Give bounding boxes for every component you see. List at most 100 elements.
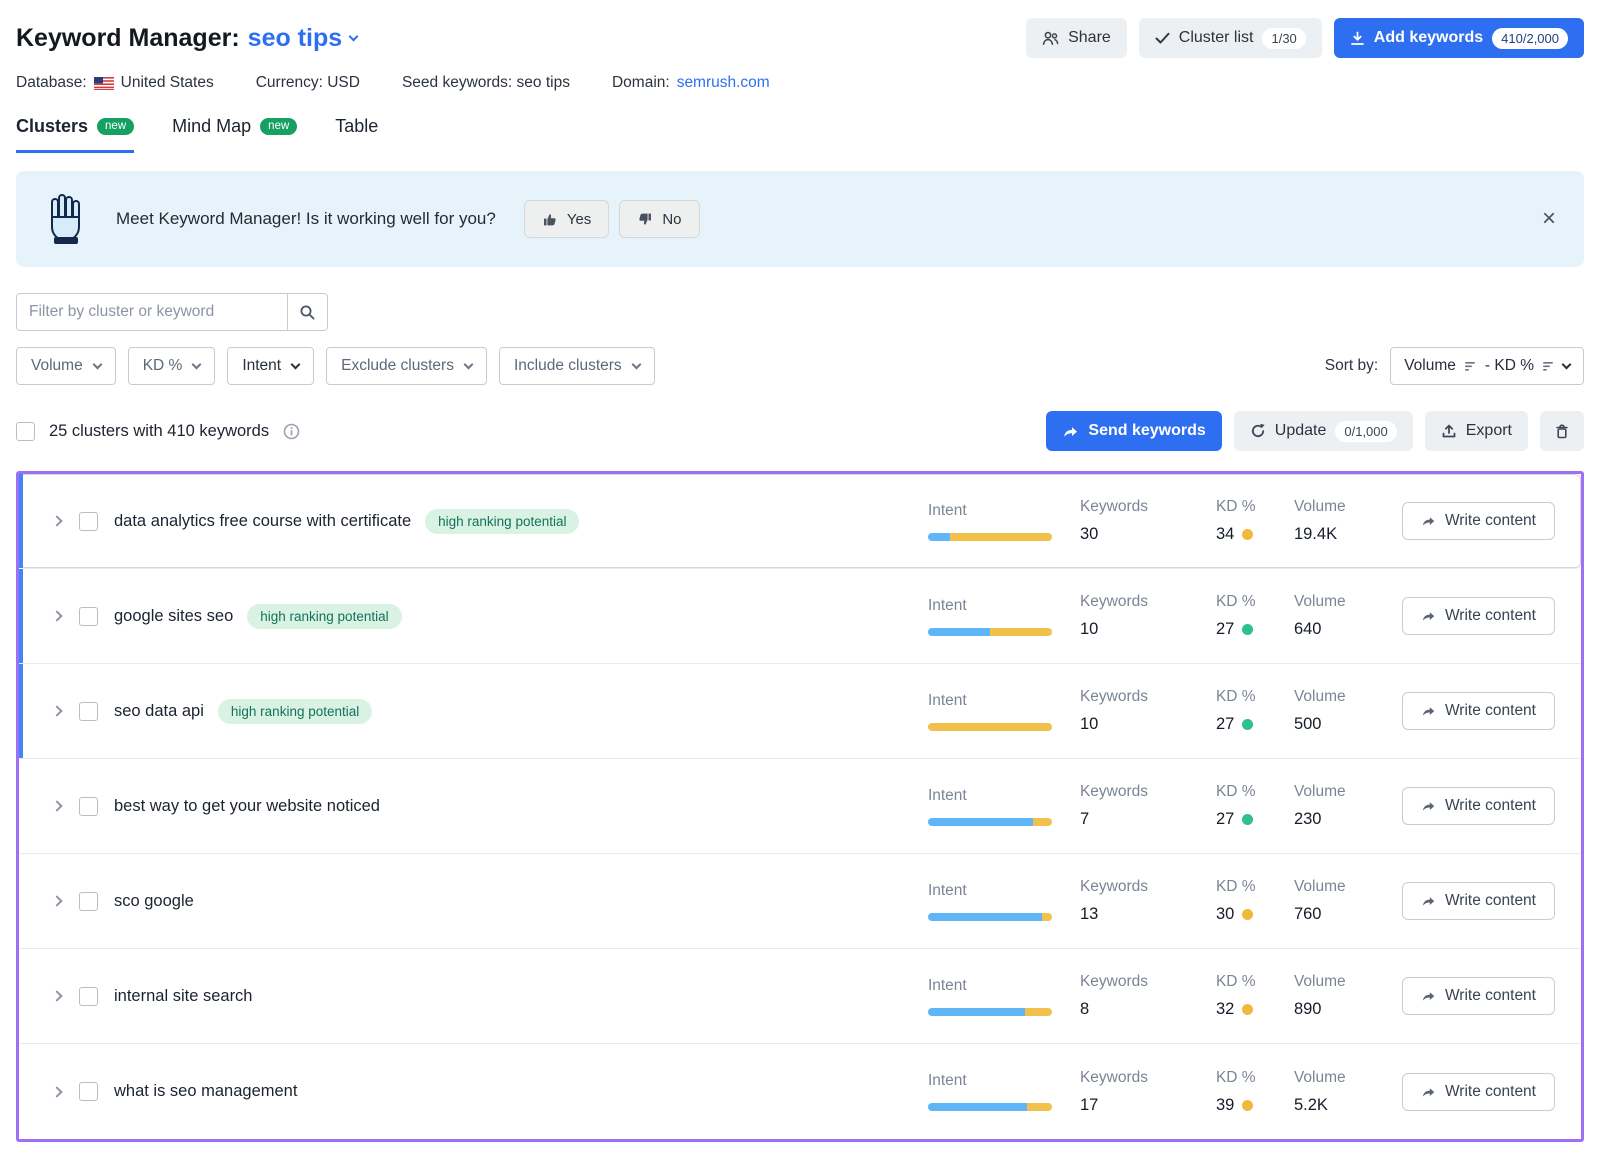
intent-column-label: Intent — [928, 1072, 967, 1090]
kd-difficulty-dot — [1242, 1100, 1253, 1111]
expand-row-button[interactable] — [53, 897, 61, 905]
kd-difficulty-dot — [1242, 909, 1253, 920]
update-label: Update — [1275, 422, 1327, 440]
write-content-button[interactable]: Write content — [1402, 977, 1555, 1015]
kd-value: 34 — [1216, 525, 1253, 544]
row-checkbox[interactable] — [79, 987, 98, 1006]
volume-metric: Volume 760 — [1294, 878, 1396, 924]
chevron-down-icon — [92, 359, 102, 369]
write-content-button[interactable]: Write content — [1402, 882, 1555, 920]
chevron-down-icon[interactable] — [349, 31, 359, 41]
kd-number: 34 — [1216, 525, 1234, 544]
table-row: what is seo management Intent Keywords 1… — [19, 1044, 1581, 1139]
include-clusters-dropdown[interactable]: Include clusters — [499, 347, 655, 385]
volume-column-label: Volume — [1294, 783, 1346, 801]
database-info: Database: United States — [16, 74, 214, 92]
cluster-name-link[interactable]: internal site search — [114, 987, 253, 1006]
cluster-name-link[interactable]: best way to get your website noticed — [114, 797, 380, 816]
export-button[interactable]: Export — [1425, 411, 1528, 451]
intent-metric: Intent — [928, 1072, 1080, 1111]
intent-blue-segment — [928, 913, 1042, 921]
update-button[interactable]: Update 0/1,000 — [1234, 411, 1413, 451]
keywords-column-label: Keywords — [1080, 498, 1148, 516]
intent-yellow-segment — [1025, 1008, 1052, 1016]
expand-row-button[interactable] — [53, 1088, 61, 1096]
forward-arrow-icon — [1421, 704, 1436, 718]
intent-bar — [928, 1103, 1052, 1111]
thumbs-up-icon — [542, 212, 558, 227]
row-checkbox[interactable] — [79, 512, 98, 531]
exclude-clusters-dropdown[interactable]: Exclude clusters — [326, 347, 487, 385]
write-content-button[interactable]: Write content — [1402, 787, 1555, 825]
intent-bar — [928, 533, 1052, 541]
forward-arrow-icon — [1421, 894, 1436, 908]
volume-filter-dropdown[interactable]: Volume — [16, 347, 116, 385]
keywords-metric: Keywords 7 — [1080, 783, 1216, 829]
project-name[interactable]: seo tips — [248, 24, 342, 53]
no-button[interactable]: No — [619, 200, 699, 238]
row-checkbox[interactable] — [79, 797, 98, 816]
expand-row-button[interactable] — [53, 992, 61, 1000]
delete-button[interactable] — [1540, 411, 1584, 451]
cluster-list-button[interactable]: Cluster list 1/30 — [1139, 18, 1322, 58]
tab-clusters[interactable]: Clusters new — [16, 116, 134, 153]
row-metrics: Intent Keywords 30 KD % 34 Volume 19.4K … — [928, 498, 1581, 544]
cluster-name-link[interactable]: sco google — [114, 892, 194, 911]
update-count-badge: 0/1,000 — [1335, 421, 1396, 442]
selection-summary: 25 clusters with 410 keywords — [16, 422, 300, 441]
row-checkbox[interactable] — [79, 607, 98, 626]
kd-value: 32 — [1216, 1000, 1253, 1019]
intent-blue-segment — [928, 1008, 1025, 1016]
keywords-count: 7 — [1080, 810, 1089, 829]
kd-value: 27 — [1216, 620, 1253, 639]
share-button[interactable]: Share — [1026, 18, 1127, 58]
intent-filter-dropdown[interactable]: Intent — [227, 347, 314, 385]
expand-row-button[interactable] — [53, 612, 61, 620]
close-banner-button[interactable]: × — [1542, 207, 1556, 231]
volume-metric: Volume 19.4K — [1294, 498, 1396, 544]
cluster-name-link[interactable]: data analytics free course with certific… — [114, 512, 411, 531]
cluster-filter-input[interactable] — [16, 293, 288, 331]
write-content-button[interactable]: Write content — [1402, 692, 1555, 730]
kd-filter-dropdown[interactable]: KD % — [128, 347, 216, 385]
table-row: data analytics free course with certific… — [19, 474, 1581, 569]
expand-row-button[interactable] — [53, 802, 61, 810]
intent-blue-segment — [928, 1103, 1027, 1111]
intent-column-label: Intent — [928, 692, 967, 710]
row-checkbox[interactable] — [79, 702, 98, 721]
kd-number: 27 — [1216, 620, 1234, 639]
tab-mind-map[interactable]: Mind Map new — [172, 116, 297, 153]
tab-table[interactable]: Table — [335, 116, 378, 153]
row-checkbox[interactable] — [79, 892, 98, 911]
cluster-name-link[interactable]: seo data api — [114, 702, 204, 721]
row-checkbox[interactable] — [79, 1082, 98, 1101]
add-keywords-label: Add keywords — [1374, 29, 1483, 47]
volume-value: 19.4K — [1294, 525, 1337, 544]
header-actions: Share Cluster list 1/30 Add keywords 410… — [1026, 18, 1584, 58]
send-keywords-button[interactable]: Send keywords — [1046, 411, 1221, 451]
forward-arrow-icon — [1421, 609, 1436, 623]
write-content-button[interactable]: Write content — [1402, 597, 1555, 635]
intent-yellow-segment — [950, 533, 1052, 541]
search-button[interactable] — [288, 293, 328, 331]
intent-bar — [928, 628, 1052, 636]
sort-dropdown[interactable]: Volume - KD % — [1390, 347, 1584, 385]
add-keywords-button[interactable]: Add keywords 410/2,000 — [1334, 18, 1584, 58]
select-all-checkbox[interactable] — [16, 422, 35, 441]
chevron-down-icon — [631, 359, 641, 369]
share-label: Share — [1068, 29, 1111, 47]
intent-metric: Intent — [928, 502, 1080, 541]
expand-row-button[interactable] — [53, 707, 61, 715]
write-content-button[interactable]: Write content — [1402, 502, 1555, 540]
row-metrics: Intent Keywords 7 KD % 27 Volume 230 Wri… — [928, 783, 1581, 829]
yes-button[interactable]: Yes — [524, 200, 609, 238]
kd-metric: KD % 27 — [1216, 783, 1294, 829]
cluster-name-link[interactable]: google sites seo — [114, 607, 233, 626]
selection-toolbar: 25 clusters with 410 keywords Send keywo… — [16, 411, 1584, 451]
cluster-name-link[interactable]: what is seo management — [114, 1082, 297, 1101]
domain-link[interactable]: semrush.com — [677, 74, 770, 92]
volume-filter-label: Volume — [31, 357, 83, 375]
chevron-down-icon — [464, 359, 474, 369]
write-content-button[interactable]: Write content — [1402, 1073, 1555, 1111]
expand-row-button[interactable] — [53, 517, 61, 525]
